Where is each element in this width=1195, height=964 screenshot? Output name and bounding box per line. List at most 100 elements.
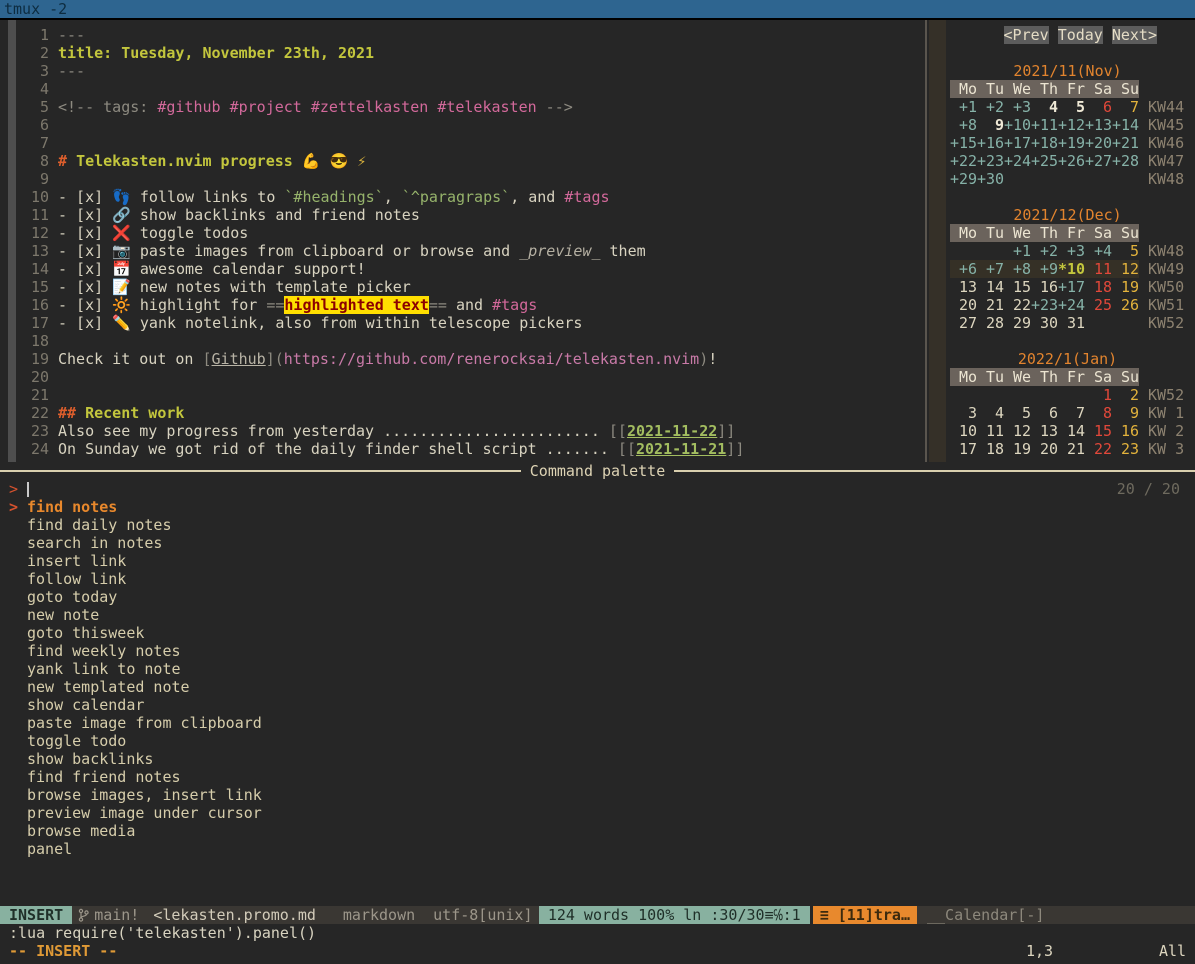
calendar-day[interactable]: 9	[1112, 404, 1139, 422]
palette-item[interactable]: toggle todo	[0, 732, 1195, 750]
calendar-day[interactable]: +17	[1004, 134, 1031, 152]
calendar-day[interactable]: 23	[1112, 440, 1139, 458]
calendar-day[interactable]: 2	[1112, 386, 1139, 404]
calendar-day[interactable]: +15	[950, 134, 977, 152]
calendar-day[interactable]: 26	[1112, 296, 1139, 314]
palette-item[interactable]: show backlinks	[0, 750, 1195, 768]
palette-item[interactable]: search in notes	[0, 534, 1195, 552]
calendar-day[interactable]: 31	[1058, 314, 1085, 332]
calendar-day[interactable]: 20	[950, 296, 977, 314]
calendar-day[interactable]: 5	[1058, 98, 1085, 116]
calendar-day[interactable]: +24	[1004, 152, 1031, 170]
calendar-day[interactable]: +7	[977, 260, 1004, 278]
tabs-indicator[interactable]: ≡ [11]tra…	[813, 906, 917, 924]
calendar-day[interactable]: +3	[1058, 242, 1085, 260]
calendar-day[interactable]: +14	[1112, 116, 1139, 134]
calendar-day[interactable]: +8	[1004, 260, 1031, 278]
calendar-day[interactable]: 19	[1112, 278, 1139, 296]
calendar-day[interactable]: +13	[1085, 116, 1112, 134]
calendar-day[interactable]: +2	[977, 98, 1004, 116]
calendar-day[interactable]: 28	[977, 314, 1004, 332]
calendar-day[interactable]: +4	[1085, 242, 1112, 260]
calendar-day[interactable]: +30	[977, 170, 1004, 188]
editor-pane[interactable]: 1---2title: Tuesday, November 23th, 2021…	[0, 20, 925, 462]
palette-item[interactable]: preview image under cursor	[0, 804, 1195, 822]
calendar-day[interactable]: +28	[1112, 152, 1139, 170]
calendar-day[interactable]: +2	[1031, 242, 1058, 260]
calendar-day[interactable]: 16	[1112, 422, 1139, 440]
calendar-day[interactable]: +20	[1085, 134, 1112, 152]
calendar-day[interactable]: 10	[950, 422, 977, 440]
calendar-day[interactable]: 15	[1004, 278, 1031, 296]
palette-prompt[interactable]: > 20 / 20	[0, 480, 1195, 498]
calendar-day[interactable]: 12	[1112, 260, 1139, 278]
text-segment[interactable]: Github	[212, 350, 266, 368]
calendar-day[interactable]: +26	[1058, 152, 1085, 170]
calendar-day[interactable]: 27	[950, 314, 977, 332]
calendar-day[interactable]: +3	[1004, 98, 1031, 116]
url-link[interactable]: https://github.com/renerocksai/telekaste…	[284, 350, 699, 368]
command-line[interactable]: :lua require('telekasten').panel()	[9, 924, 316, 942]
calendar-day[interactable]: +18	[1031, 134, 1058, 152]
calendar-day[interactable]: 21	[1058, 440, 1085, 458]
calendar-day[interactable]: +23	[977, 152, 1004, 170]
calendar-day[interactable]: 14	[1058, 422, 1085, 440]
calendar-day[interactable]: +27	[1085, 152, 1112, 170]
calendar-day[interactable]: +19	[1058, 134, 1085, 152]
today-button[interactable]: Today	[1058, 26, 1103, 44]
calendar-day[interactable]: 12	[1004, 422, 1031, 440]
palette-item[interactable]: find weekly notes	[0, 642, 1195, 660]
calendar-day[interactable]: +25	[1031, 152, 1058, 170]
palette-item[interactable]: find friend notes	[0, 768, 1195, 786]
palette-item[interactable]: goto today	[0, 588, 1195, 606]
calendar-day[interactable]: 4	[1031, 98, 1058, 116]
palette-item[interactable]: panel	[0, 840, 1195, 858]
calendar-day[interactable]: 30	[1031, 314, 1058, 332]
palette-item[interactable]: browse media	[0, 822, 1195, 840]
calendar-day[interactable]: +21	[1112, 134, 1139, 152]
calendar-day[interactable]: +12	[1058, 116, 1085, 134]
calendar-day[interactable]: 21	[977, 296, 1004, 314]
palette-item[interactable]: browse images, insert link	[0, 786, 1195, 804]
calendar-day[interactable]: 11	[1085, 260, 1112, 278]
calendar-day[interactable]: 5	[1112, 242, 1139, 260]
palette-item[interactable]: follow link	[0, 570, 1195, 588]
calendar-day[interactable]: 16	[1031, 278, 1058, 296]
wiki-link[interactable]: 2021-11-22	[627, 422, 717, 440]
wiki-link[interactable]: 2021-11-21	[636, 440, 726, 458]
palette-item[interactable]: new note	[0, 606, 1195, 624]
calendar-day[interactable]: 15	[1085, 422, 1112, 440]
calendar-day[interactable]: +10	[1004, 116, 1031, 134]
calendar-day[interactable]: +16	[977, 134, 1004, 152]
calendar-day[interactable]: 4	[977, 404, 1004, 422]
calendar-day[interactable]: +22	[950, 152, 977, 170]
calendar-day[interactable]: 25	[1085, 296, 1112, 314]
calendar-day[interactable]: 14	[977, 278, 1004, 296]
calendar-day[interactable]: 5	[1004, 404, 1031, 422]
calendar-day[interactable]: 13	[1031, 422, 1058, 440]
palette-item[interactable]: new templated note	[0, 678, 1195, 696]
calendar-day[interactable]: 6	[1031, 404, 1058, 422]
prev-month-button[interactable]: <Prev	[1004, 26, 1049, 44]
calendar-day[interactable]: 3	[950, 404, 977, 422]
calendar-day[interactable]: +24	[1058, 296, 1085, 314]
palette-item[interactable]: insert link	[0, 552, 1195, 570]
calendar-day[interactable]: 7	[1112, 98, 1139, 116]
calendar-day[interactable]: 13	[950, 278, 977, 296]
calendar-day[interactable]: +11	[1031, 116, 1058, 134]
calendar-day[interactable]: 29	[1004, 314, 1031, 332]
calendar-day[interactable]: +1	[950, 98, 977, 116]
calendar-day[interactable]: 19	[1004, 440, 1031, 458]
calendar-day[interactable]: 18	[1085, 278, 1112, 296]
calendar-day[interactable]: +1	[1004, 242, 1031, 260]
calendar-day[interactable]: 17	[950, 440, 977, 458]
calendar-day[interactable]: +8	[950, 116, 977, 134]
calendar-day[interactable]: 7	[1058, 404, 1085, 422]
calendar-day[interactable]: +17	[1058, 278, 1085, 296]
calendar-day[interactable]: +9	[1031, 260, 1058, 278]
calendar-day[interactable]: 20	[1031, 440, 1058, 458]
calendar-day[interactable]: *10	[1058, 260, 1085, 278]
calendar-day[interactable]: +6	[950, 260, 977, 278]
palette-item[interactable]: yank link to note	[0, 660, 1195, 678]
calendar-day[interactable]: 22	[1004, 296, 1031, 314]
